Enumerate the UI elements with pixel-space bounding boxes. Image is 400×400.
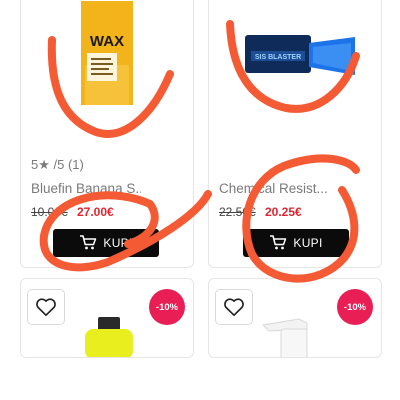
product-card[interactable]: -10% bbox=[208, 278, 382, 358]
cart-icon bbox=[270, 235, 287, 250]
current-price: 20.25€ bbox=[265, 205, 302, 219]
product-grid: WAX 5★ /5 (1) Bluefin Banana S... 10.00€… bbox=[0, 0, 400, 400]
buy-button[interactable]: KUPI bbox=[53, 229, 159, 257]
product-card[interactable]: SIS BLASTER Chemical Resist... 22.50€ 20… bbox=[208, 0, 382, 268]
product-rating: 5★ /5 (1) bbox=[31, 157, 84, 172]
wax-label: WAX bbox=[90, 33, 124, 50]
brush-package-label: SIS BLASTER bbox=[255, 54, 301, 61]
spray-bottle-image bbox=[261, 318, 308, 357]
yellow-bottle-image bbox=[85, 317, 133, 357]
old-price: 22.50€ bbox=[219, 205, 256, 219]
current-price: 27.00€ bbox=[77, 205, 114, 219]
product-card[interactable]: -10% bbox=[20, 278, 194, 358]
product-name[interactable]: Chemical Resist... bbox=[219, 181, 329, 196]
wax-product-image: WAX bbox=[81, 1, 133, 105]
buy-button-label: KUPI bbox=[293, 236, 323, 250]
product-card[interactable]: WAX 5★ /5 (1) Bluefin Banana S... 10.00€… bbox=[20, 0, 194, 268]
buy-button[interactable]: KUPI bbox=[243, 229, 349, 257]
cart-icon bbox=[80, 235, 97, 250]
product-name[interactable]: Bluefin Banana S... bbox=[31, 181, 141, 196]
brush-product-image: SIS BLASTER bbox=[245, 35, 355, 75]
buy-button-label: KUPI bbox=[103, 236, 133, 250]
old-price: 10.00€ bbox=[31, 205, 68, 219]
